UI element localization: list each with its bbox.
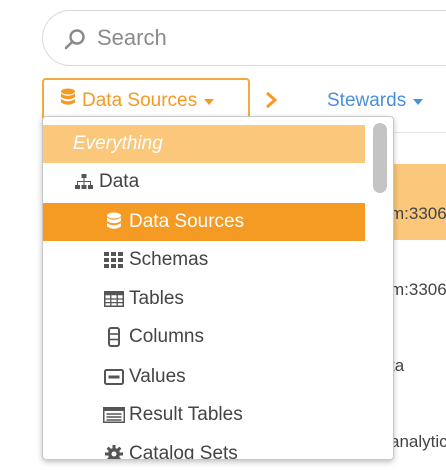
table-icon (103, 291, 125, 307)
scrollbar-thumb[interactable] (373, 123, 387, 193)
menu-item-values[interactable]: Values (43, 358, 365, 396)
database-icon (60, 88, 76, 114)
value-icon (103, 369, 125, 385)
menu-item-label: Tables (129, 288, 184, 309)
menu-item-label: Everything (73, 133, 163, 154)
sitemap-icon (73, 174, 95, 190)
result-table-icon (103, 407, 125, 423)
search-box[interactable] (42, 10, 446, 66)
stewards-label: Stewards (327, 90, 407, 111)
menu-item-label: Result Tables (129, 404, 243, 425)
search-icon (63, 27, 87, 51)
type-filter-label: Data Sources (82, 90, 198, 111)
menu-item-data-sources[interactable]: Data Sources (43, 203, 365, 241)
menu-item-everything[interactable]: Everything (43, 125, 365, 163)
caret-down-icon (203, 90, 215, 112)
type-filter-dropdown: Everything Data Data Sources Schemas Tab… (42, 116, 394, 460)
menu-item-result-tables[interactable]: Result Tables (43, 396, 365, 434)
menu-item-data[interactable]: Data (43, 163, 365, 201)
search-input[interactable] (97, 21, 437, 55)
menu-item-label: Columns (129, 326, 204, 347)
menu-item-catalog-sets[interactable]: Catalog Sets (43, 435, 365, 460)
chevron-right-icon (264, 90, 278, 115)
gear-icon (103, 445, 125, 459)
column-icon (103, 327, 125, 347)
menu-item-label: Data (99, 171, 140, 192)
menu-item-tables[interactable]: Tables (43, 280, 365, 318)
stewards-filter-button[interactable]: Stewards (327, 90, 424, 112)
menu-item-label: Values (129, 366, 186, 387)
result-row-text: m:3306 (390, 280, 446, 299)
caret-down-icon (412, 90, 424, 112)
menu-item-label: Data Sources (129, 211, 245, 232)
result-row-text: m:3306 (390, 204, 446, 223)
menu-item-columns[interactable]: Columns (43, 318, 365, 356)
menu-item-schemas[interactable]: Schemas (43, 241, 365, 279)
menu-item-label: Catalog Sets (129, 443, 238, 460)
app-screen: Data Sources Stewards m:3306 m:3306 ta a… (0, 0, 446, 470)
grid-icon (103, 252, 125, 268)
database-icon (103, 212, 125, 232)
result-row-text: analytic (390, 432, 446, 451)
menu-item-label: Schemas (129, 249, 209, 270)
